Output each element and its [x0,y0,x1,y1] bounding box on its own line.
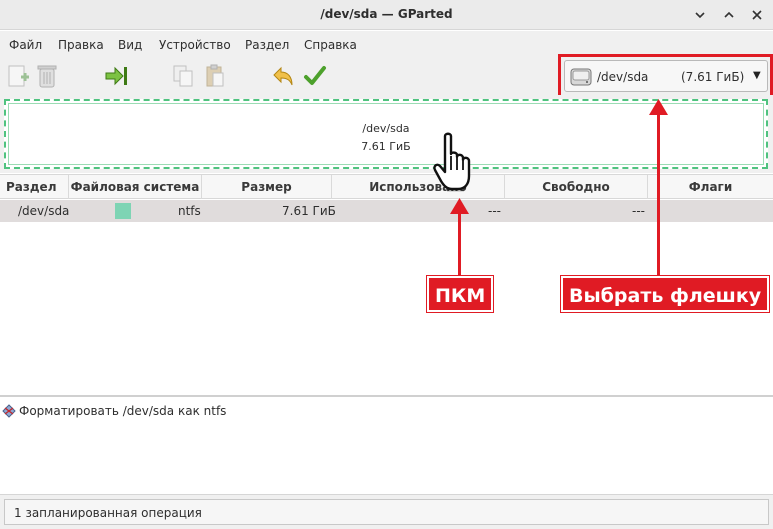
column-flags[interactable]: Флаги [648,175,773,199]
column-size[interactable]: Размер [202,175,332,199]
filesystem-color-swatch [115,203,131,219]
menu-file[interactable]: Файл [9,38,42,52]
annotation-pkm: ПКМ [427,276,494,312]
column-partition[interactable]: Раздел [0,175,69,199]
status-box: 1 запланированная операция [4,499,769,525]
menu-help[interactable]: Справка [304,38,357,52]
cell-used: --- [488,204,501,218]
highlight-box [558,54,773,98]
status-bar: 1 запланированная операция [0,494,773,529]
disk-graphic-name: /dev/sda [362,122,410,135]
format-operation-icon [2,404,16,418]
annotation-select-drive: Выбрать флешку [561,276,770,312]
cell-partition: /dev/sda [18,204,70,218]
delete-icon[interactable] [34,63,60,89]
status-text: 1 запланированная операция [14,506,202,520]
menu-view[interactable]: Вид [118,38,142,52]
close-icon[interactable] [747,5,767,25]
title-bar: /dev/sda — GParted [0,0,773,30]
operation-item[interactable]: Форматировать /dev/sda как ntfs [19,404,226,418]
minimize-icon[interactable] [690,5,710,25]
apply-icon[interactable] [302,63,328,89]
new-partition-icon[interactable] [5,63,31,89]
column-filesystem[interactable]: Файловая система [69,175,202,199]
resize-move-icon[interactable] [103,63,129,89]
paste-icon[interactable] [202,63,228,89]
cell-size: 7.61 ГиБ [282,204,336,218]
window-title: /dev/sda — GParted [320,7,453,21]
annotation-arrowhead-select [649,99,668,115]
hand-cursor-icon [433,132,471,192]
disk-graphic-size: 7.61 ГиБ [361,140,411,153]
copy-icon[interactable] [170,63,196,89]
annotation-arrow-line-pkm [458,210,461,281]
menu-device[interactable]: Устройство [159,38,231,52]
pending-operations-pane: Форматировать /dev/sda как ntfs [0,395,773,493]
maximize-icon[interactable] [719,5,739,25]
column-free[interactable]: Свободно [505,175,648,199]
annotation-arrowhead-pkm [450,198,469,214]
cell-free: --- [632,204,645,218]
annotation-arrow-line-select [657,112,660,279]
menu-edit[interactable]: Правка [58,38,104,52]
menu-partition[interactable]: Раздел [245,38,289,52]
cell-filesystem: ntfs [178,204,201,218]
undo-icon[interactable] [271,63,297,89]
